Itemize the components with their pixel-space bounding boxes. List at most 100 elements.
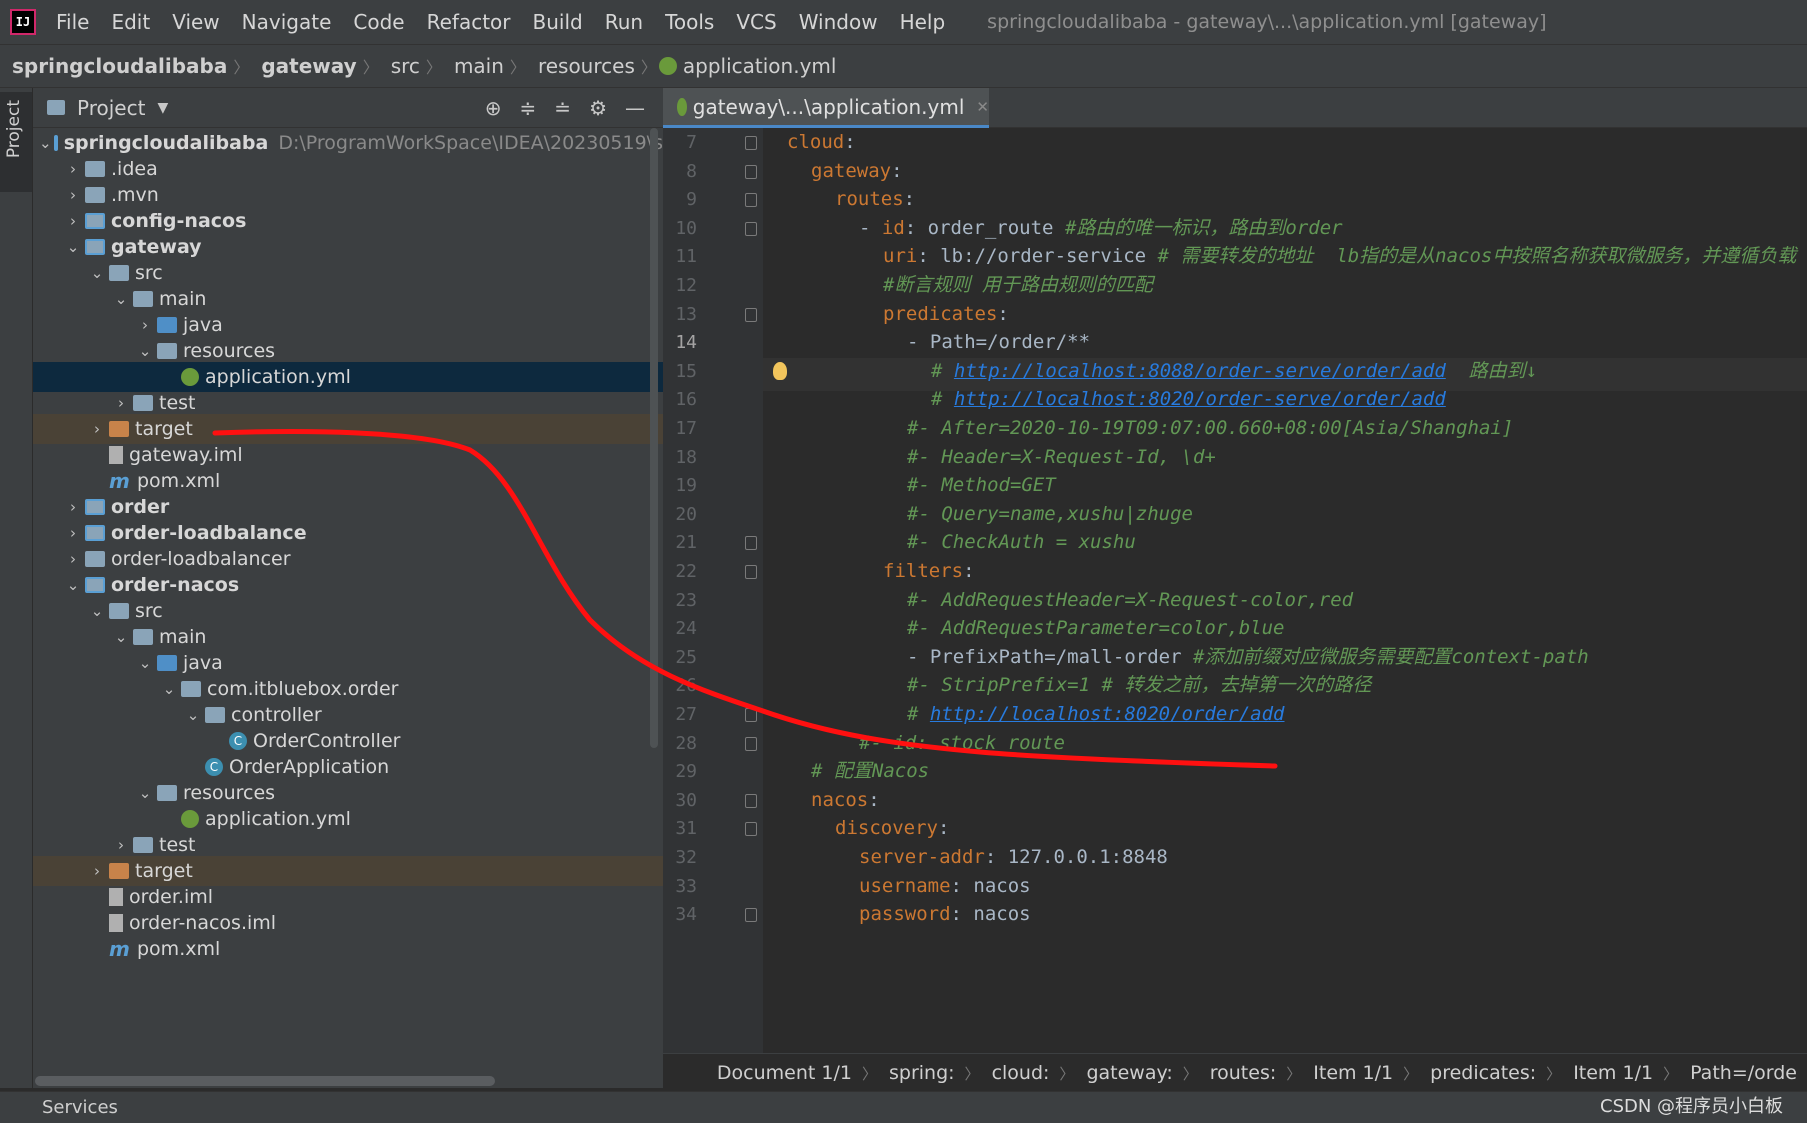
- chevron-right-icon[interactable]: ›: [63, 212, 83, 230]
- gear-icon[interactable]: ⚙: [589, 96, 607, 120]
- fold-marker-icon[interactable]: [745, 708, 757, 722]
- fold-marker-icon[interactable]: [745, 164, 757, 179]
- chevron-down-icon[interactable]: ⌄: [87, 602, 107, 620]
- structure-crumb[interactable]: routes:: [1210, 1062, 1287, 1084]
- services-tool-button[interactable]: Services: [42, 1097, 118, 1118]
- menu-edit[interactable]: Edit: [101, 10, 162, 34]
- source-folder-icon: [157, 655, 177, 671]
- chevron-down-icon[interactable]: ⌄: [135, 784, 155, 802]
- tree-item-label: test: [159, 834, 196, 856]
- breadcrumb-item[interactable]: resources: [526, 54, 641, 78]
- menu-run[interactable]: Run: [595, 10, 655, 34]
- breadcrumb-item[interactable]: main: [442, 54, 510, 78]
- excluded-folder-icon: [109, 421, 129, 437]
- chevron-right-icon[interactable]: ›: [111, 394, 131, 412]
- chevron-right-icon[interactable]: ›: [87, 862, 107, 880]
- lightbulb-icon[interactable]: [773, 362, 787, 380]
- structure-crumb[interactable]: Item 1/1: [1313, 1062, 1403, 1084]
- fold-marker-icon[interactable]: [745, 793, 757, 808]
- structure-crumb[interactable]: gateway:: [1086, 1062, 1182, 1084]
- tree-horizontal-scrollbar[interactable]: [35, 1076, 495, 1086]
- spring-class-icon: C: [205, 758, 223, 776]
- chevron-down-icon[interactable]: ⌄: [63, 576, 83, 594]
- tree-item[interactable]: m pom.xml: [33, 934, 663, 964]
- chevron-down-icon[interactable]: ⌄: [135, 654, 155, 672]
- menu-code[interactable]: Code: [343, 10, 416, 34]
- iml-file-icon: [109, 888, 123, 906]
- menu-navigate[interactable]: Navigate: [232, 10, 344, 34]
- breadcrumb-item[interactable]: gateway: [249, 54, 362, 78]
- chevron-right-icon: 〉: [861, 1064, 877, 1083]
- chevron-right-icon: 〉: [233, 58, 250, 77]
- breadcrumb-item[interactable]: springcloudalibaba: [0, 54, 233, 78]
- menu-refactor[interactable]: Refactor: [417, 10, 523, 34]
- menu-build[interactable]: Build: [523, 10, 595, 34]
- editor-tab-application-yml[interactable]: gateway\...\application.yml ✕: [663, 88, 989, 128]
- chevron-right-icon[interactable]: ›: [63, 160, 83, 178]
- fold-marker-icon[interactable]: [745, 565, 757, 579]
- expand-all-icon[interactable]: ≑: [520, 96, 537, 120]
- chevron-down-icon[interactable]: ⌄: [183, 706, 203, 724]
- tree-item-label: src: [135, 262, 163, 284]
- line-number: 16: [675, 389, 697, 411]
- chevron-right-icon[interactable]: ›: [63, 186, 83, 204]
- structure-crumb[interactable]: cloud:: [992, 1062, 1060, 1084]
- chevron-down-icon[interactable]: ⌄: [159, 680, 179, 698]
- structure-crumb[interactable]: Item 1/1: [1573, 1062, 1663, 1084]
- fold-marker-icon[interactable]: [745, 908, 757, 923]
- structure-crumb[interactable]: spring:: [889, 1062, 965, 1084]
- chevron-down-icon[interactable]: ⌄: [63, 238, 83, 256]
- menu-bar: IJ File Edit View Navigate Code Refactor Build…: [0, 0, 1807, 44]
- chevron-down-icon[interactable]: ⌄: [111, 290, 131, 308]
- fold-marker-icon[interactable]: [745, 221, 757, 236]
- structure-crumb[interactable]: Path=/orde: [1690, 1062, 1807, 1084]
- chevron-down-icon[interactable]: ⌄: [135, 342, 155, 360]
- menu-view[interactable]: View: [162, 10, 231, 34]
- fold-marker-icon[interactable]: [745, 822, 757, 837]
- project-tool-label[interactable]: Project: [4, 100, 24, 158]
- chevron-down-icon[interactable]: ⌄: [87, 264, 107, 282]
- collapse-all-icon[interactable]: ≐: [554, 96, 571, 120]
- chevron-right-icon[interactable]: ›: [135, 316, 155, 334]
- chevron-right-icon[interactable]: ›: [63, 524, 83, 542]
- chevron-right-icon[interactable]: ›: [111, 836, 131, 854]
- menu-window[interactable]: Window: [789, 10, 890, 34]
- breadcrumb-item[interactable]: src: [379, 54, 426, 78]
- module-folder-icon: [85, 239, 105, 255]
- tree-item-label: com.itbluebox.order: [207, 678, 399, 700]
- fold-marker-icon[interactable]: [745, 307, 757, 322]
- chevron-down-icon[interactable]: ⌄: [39, 134, 52, 152]
- code-token: #- AddRequestHeader=X-Request-color,red: [907, 588, 1354, 611]
- tree-vertical-scrollbar[interactable]: [650, 128, 658, 748]
- folder-icon: [133, 291, 153, 307]
- fold-marker-icon[interactable]: [745, 736, 757, 751]
- chevron-right-icon[interactable]: ›: [63, 550, 83, 568]
- resources-folder-icon: [157, 343, 177, 359]
- menu-help[interactable]: Help: [890, 10, 958, 34]
- menu-vcs[interactable]: VCS: [726, 10, 788, 34]
- project-view-selector[interactable]: Project: [77, 96, 145, 120]
- breadcrumb-item[interactable]: application.yml: [683, 54, 843, 78]
- fold-marker-icon[interactable]: [745, 536, 757, 551]
- line-number: 20: [675, 503, 697, 525]
- chevron-right-icon[interactable]: ›: [63, 498, 83, 516]
- hide-icon[interactable]: —: [625, 96, 645, 120]
- line-number: 18: [675, 446, 697, 468]
- tree-item-label: .idea: [111, 158, 158, 180]
- structure-crumb[interactable]: Document 1/1: [717, 1062, 862, 1084]
- chevron-right-icon[interactable]: ›: [87, 420, 107, 438]
- chevron-right-icon: 〉: [1403, 1064, 1419, 1083]
- locate-icon[interactable]: ⊕: [485, 96, 502, 120]
- fold-marker-icon[interactable]: [745, 136, 757, 150]
- code-token: #- Method=GET: [907, 474, 1056, 497]
- menu-file[interactable]: File: [46, 10, 101, 34]
- code-token: uri: [883, 245, 918, 268]
- fold-marker-icon[interactable]: [745, 193, 757, 208]
- structure-crumb[interactable]: predicates:: [1430, 1062, 1546, 1084]
- close-icon[interactable]: ✕: [976, 98, 989, 116]
- chevron-down-icon[interactable]: ⌄: [111, 628, 131, 646]
- menu-tools[interactable]: Tools: [655, 10, 726, 34]
- chevron-down-icon[interactable]: ▼: [157, 100, 168, 116]
- window-title: springcloudalibaba - gateway\...\applica…: [987, 11, 1547, 33]
- chevron-right-icon: 〉: [640, 58, 657, 77]
